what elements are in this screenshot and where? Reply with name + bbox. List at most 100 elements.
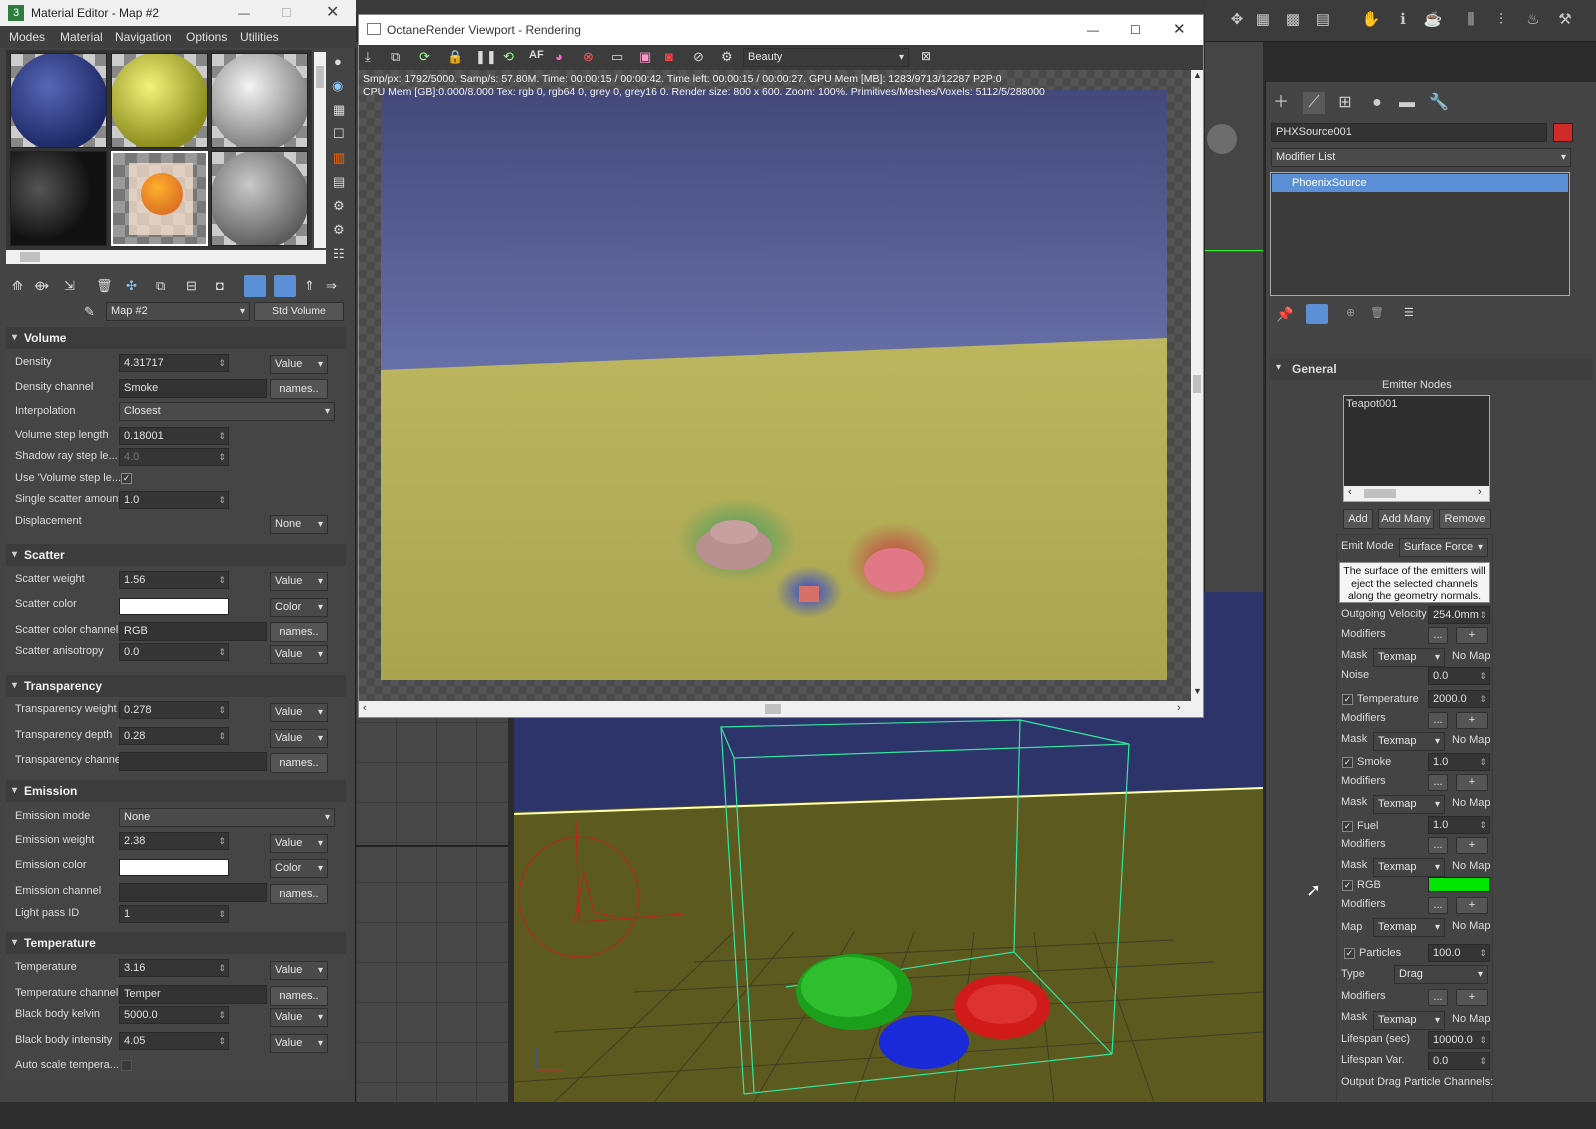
emission-color-mode-dropdown[interactable]: Color [270, 859, 328, 878]
density-channel-field[interactable]: Smoke [119, 379, 267, 398]
lifespan-spinner[interactable]: 10000.0 [1428, 1031, 1490, 1049]
show-map-in-viewport-icon[interactable] [244, 275, 266, 297]
maximize-icon[interactable]: ☐ [281, 0, 292, 26]
select-move-icon[interactable]: ✥ [1227, 10, 1247, 30]
volume-rollout-header[interactable]: Volume [6, 327, 346, 349]
mask-texmap-dropdown[interactable]: Texmap [1373, 648, 1445, 667]
region-icon[interactable]: ▭ [611, 49, 623, 65]
menu-options[interactable]: Options [186, 26, 227, 48]
scatter-color-swatch[interactable] [119, 598, 229, 615]
particle-type-dropdown[interactable]: Drag [1394, 965, 1488, 984]
modifiers-add-button[interactable]: + [1456, 897, 1488, 914]
copy-icon[interactable]: ⧉ [391, 49, 400, 65]
schematic-icon[interactable]: ▦ [1253, 10, 1273, 30]
save-icon[interactable]: ⤓ [365, 49, 371, 65]
particles-spinner[interactable]: 100.0 [1428, 944, 1490, 962]
emitter-node-item[interactable]: Teapot001 [1346, 398, 1397, 410]
options-icon[interactable]: ⚙ [333, 198, 345, 214]
restart-icon[interactable]: ⟲ [503, 49, 514, 65]
object-name-field[interactable]: PHXSource001 [1271, 123, 1547, 142]
show-end-result-icon[interactable] [1306, 304, 1328, 324]
stack-item-phoenixsource[interactable]: PhoenixSource [1272, 174, 1568, 192]
black-body-kelvin-spinner[interactable]: 5000.0 [119, 1006, 229, 1024]
configure-sets-icon[interactable]: ☰ [1404, 306, 1414, 319]
map-no-map-button[interactable]: No Map [1452, 920, 1491, 932]
add-many-button[interactable]: Add Many [1378, 509, 1434, 529]
sample-slot-1[interactable] [10, 53, 107, 148]
uv-tiling-icon[interactable]: ☐ [333, 126, 345, 142]
transparency-names-button[interactable]: names.. [270, 753, 328, 773]
fire-icon[interactable]: ♨ [1523, 10, 1543, 30]
scatter-names-button[interactable]: names.. [270, 622, 328, 642]
get-material-icon[interactable]: ⟰ [12, 278, 23, 294]
single-scatter-spinner[interactable]: 1.0 [119, 491, 229, 509]
lifespan-var-spinner[interactable]: 0.0 [1428, 1052, 1490, 1070]
modifiers-dots-button[interactable]: ... [1428, 837, 1448, 854]
modifiers-add-button[interactable]: + [1456, 627, 1488, 644]
shadow-step-spinner[interactable]: 4.0 [119, 448, 229, 466]
displacement-dropdown[interactable]: None [270, 515, 328, 534]
material-id-icon[interactable]: ⊟ [186, 278, 197, 294]
mask-texmap-dropdown[interactable]: Texmap [1373, 732, 1445, 751]
temperature-spinner[interactable]: 3.16 [119, 959, 229, 977]
fuel-checkbox[interactable]: ✓ [1342, 821, 1353, 832]
film-icon[interactable]: ▣ [639, 49, 651, 65]
render-canvas[interactable]: Smp/px: 1792/5000. Samp/s: 57.80M. Time:… [359, 70, 1191, 701]
film-off-icon[interactable]: ⊘ [693, 49, 704, 65]
fuel-spinner[interactable]: 1.0 [1428, 816, 1490, 834]
density-names-button[interactable]: names.. [270, 379, 328, 399]
mask-texmap-dropdown[interactable]: Texmap [1373, 795, 1445, 814]
background-icon[interactable]: ▦ [333, 102, 345, 118]
modifiers-dots-button[interactable]: ... [1428, 989, 1448, 1006]
emitter-list-scrollbar[interactable]: ‹ › [1344, 486, 1489, 501]
add-button[interactable]: Add [1343, 509, 1373, 529]
camera-icon[interactable]: ◙ [665, 49, 673, 64]
menu-navigation[interactable]: Navigation [115, 26, 172, 48]
close-icon[interactable]: ✕ [1173, 15, 1186, 45]
smoke-spinner[interactable]: 1.0 [1428, 753, 1490, 771]
emission-channel-field[interactable] [119, 883, 267, 902]
transparency-depth-spinner[interactable]: 0.28 [119, 727, 229, 745]
modifiers-dots-button[interactable]: ... [1428, 774, 1448, 791]
rgb-color-swatch[interactable] [1428, 877, 1490, 892]
density-spinner[interactable]: 4.31717 [119, 354, 229, 372]
helper-icon[interactable]: ✋ [1361, 10, 1381, 30]
sample-slots-hscroll[interactable] [6, 250, 326, 264]
particles-checkbox[interactable]: ✓ [1344, 948, 1355, 959]
scatter-anisotropy-mode-dropdown[interactable]: Value [270, 645, 328, 664]
light-pass-id-spinner[interactable]: 1 [119, 905, 229, 923]
temperature-spinner[interactable]: 2000.0 [1428, 690, 1490, 708]
preview-icon[interactable]: ▤ [333, 174, 345, 190]
mask-no-map-button[interactable]: No Map [1452, 797, 1491, 809]
bars-icon[interactable]: ⫼ [1461, 10, 1481, 30]
rgb-checkbox[interactable]: ✓ [1342, 880, 1353, 891]
modify-tab-icon[interactable]: ⟋ [1303, 92, 1325, 114]
levels-icon[interactable]: ⫶ [1491, 10, 1511, 30]
material-icon[interactable]: ▩ [1283, 10, 1303, 30]
put-to-library-icon[interactable]: ⧉ [156, 278, 165, 294]
map-name-dropdown[interactable]: Map #2 [106, 302, 250, 321]
sample-slot-2[interactable] [111, 53, 208, 148]
map-texmap-dropdown[interactable]: Texmap [1373, 918, 1445, 937]
modifiers-dots-button[interactable]: ... [1428, 897, 1448, 914]
modifiers-add-button[interactable]: + [1456, 989, 1488, 1006]
make-unique-icon[interactable]: ✣ [126, 278, 137, 294]
info-icon[interactable]: ℹ [1393, 10, 1413, 30]
scatter-color-mode-dropdown[interactable]: Color [270, 598, 328, 617]
scatter-color-channel-field[interactable]: RGB [119, 622, 267, 641]
sample-type-icon[interactable]: ● [334, 54, 342, 69]
modifiers-dots-button[interactable]: ... [1428, 712, 1448, 729]
refresh-icon[interactable]: ⟳ [419, 49, 430, 65]
backlight-icon[interactable]: ◉ [332, 78, 343, 94]
motion-tab-icon[interactable]: ● [1366, 92, 1388, 114]
temperature-rollout-header[interactable]: Temperature [6, 932, 346, 954]
pick-material-icon[interactable]: ✎ [84, 304, 95, 320]
expand-icon[interactable]: ⊠ [921, 49, 931, 63]
select-by-material-icon[interactable]: ⚙ [333, 222, 345, 238]
general-rollout-header[interactable]: ▾ General [1270, 358, 1593, 380]
temperature-checkbox[interactable]: ✓ [1342, 694, 1353, 705]
material-navigator-icon[interactable]: ☷ [333, 246, 345, 262]
render-pass-dropdown[interactable]: Beauty [743, 48, 909, 67]
menu-utilities[interactable]: Utilities [240, 26, 279, 48]
transparency-depth-mode-dropdown[interactable]: Value [270, 729, 328, 748]
